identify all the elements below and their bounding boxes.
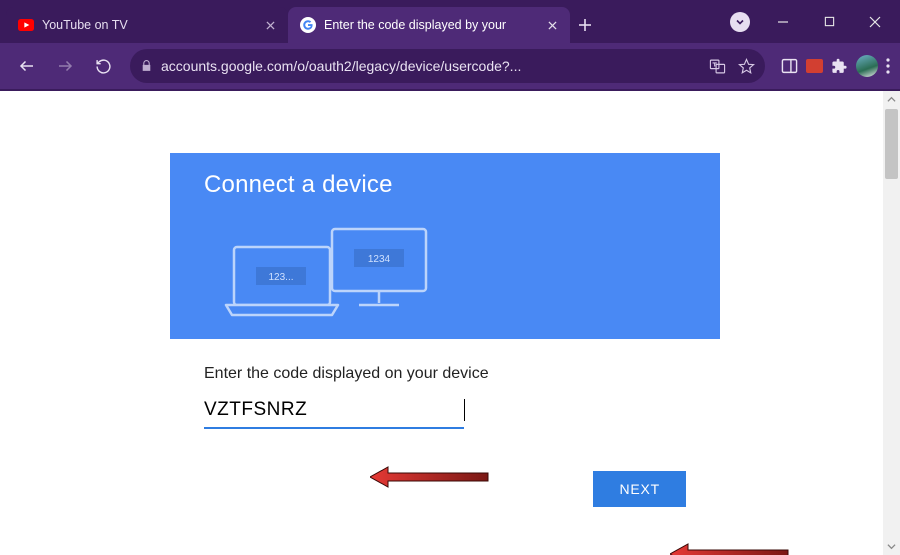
youtube-icon <box>18 17 34 33</box>
browser-toolbar: accounts.google.com/o/oauth2/legacy/devi… <box>0 43 900 91</box>
page-title: Connect a device <box>204 171 686 199</box>
extensions-puzzle-icon[interactable] <box>831 58 848 75</box>
window-controls <box>730 0 900 43</box>
close-icon[interactable] <box>262 17 278 33</box>
lock-icon <box>140 59 153 73</box>
next-button[interactable]: NEXT <box>593 471 686 507</box>
close-icon[interactable] <box>544 17 560 33</box>
tab-label: YouTube on TV <box>42 18 256 32</box>
extension-icon[interactable] <box>806 59 823 73</box>
tab-enter-code[interactable]: Enter the code displayed by your <box>288 7 570 43</box>
translate-icon[interactable] <box>709 58 726 75</box>
scroll-up-icon[interactable] <box>883 91 900 108</box>
nav-fwd-button[interactable] <box>48 49 82 83</box>
tab-youtube-tv[interactable]: YouTube on TV <box>6 7 288 43</box>
side-panel-icon[interactable] <box>781 58 798 74</box>
vertical-scrollbar[interactable] <box>883 91 900 555</box>
maximize-button[interactable] <box>806 0 852 43</box>
text-caret <box>464 399 465 421</box>
close-window-button[interactable] <box>852 0 898 43</box>
reload-button[interactable] <box>86 49 120 83</box>
card-header: Connect a device 1234 123... <box>170 153 720 339</box>
monitor-code: 1234 <box>368 254 391 265</box>
nav-back-button[interactable] <box>10 49 44 83</box>
url-text: accounts.google.com/o/oauth2/legacy/devi… <box>161 58 701 74</box>
google-icon <box>300 17 316 33</box>
kebab-menu-icon[interactable] <box>886 58 890 74</box>
connect-device-card: Connect a device 1234 123... Ente <box>170 153 720 531</box>
scroll-down-icon[interactable] <box>883 538 900 555</box>
code-prompt-label: Enter the code displayed on your device <box>204 365 686 383</box>
tab-label: Enter the code displayed by your <box>324 18 538 32</box>
window-titlebar: YouTube on TV Enter the code displayed b… <box>0 0 900 43</box>
page-viewport: Connect a device 1234 123... Ente <box>0 91 900 555</box>
profile-avatar[interactable] <box>856 55 878 77</box>
laptop-code: 123... <box>268 272 293 283</box>
card-body: Enter the code displayed on your device … <box>170 339 720 531</box>
annotation-arrow-icon <box>670 541 790 555</box>
browser-tabs: YouTube on TV Enter the code displayed b… <box>0 0 730 43</box>
scroll-thumb[interactable] <box>885 109 898 179</box>
bookmark-star-icon[interactable] <box>738 58 755 75</box>
minimize-button[interactable] <box>760 0 806 43</box>
address-bar[interactable]: accounts.google.com/o/oauth2/legacy/devi… <box>130 49 765 83</box>
tab-search-icon[interactable] <box>730 12 750 32</box>
device-code-input[interactable] <box>204 397 464 429</box>
devices-illustration: 1234 123... <box>204 223 434 323</box>
new-tab-button[interactable] <box>570 7 600 43</box>
